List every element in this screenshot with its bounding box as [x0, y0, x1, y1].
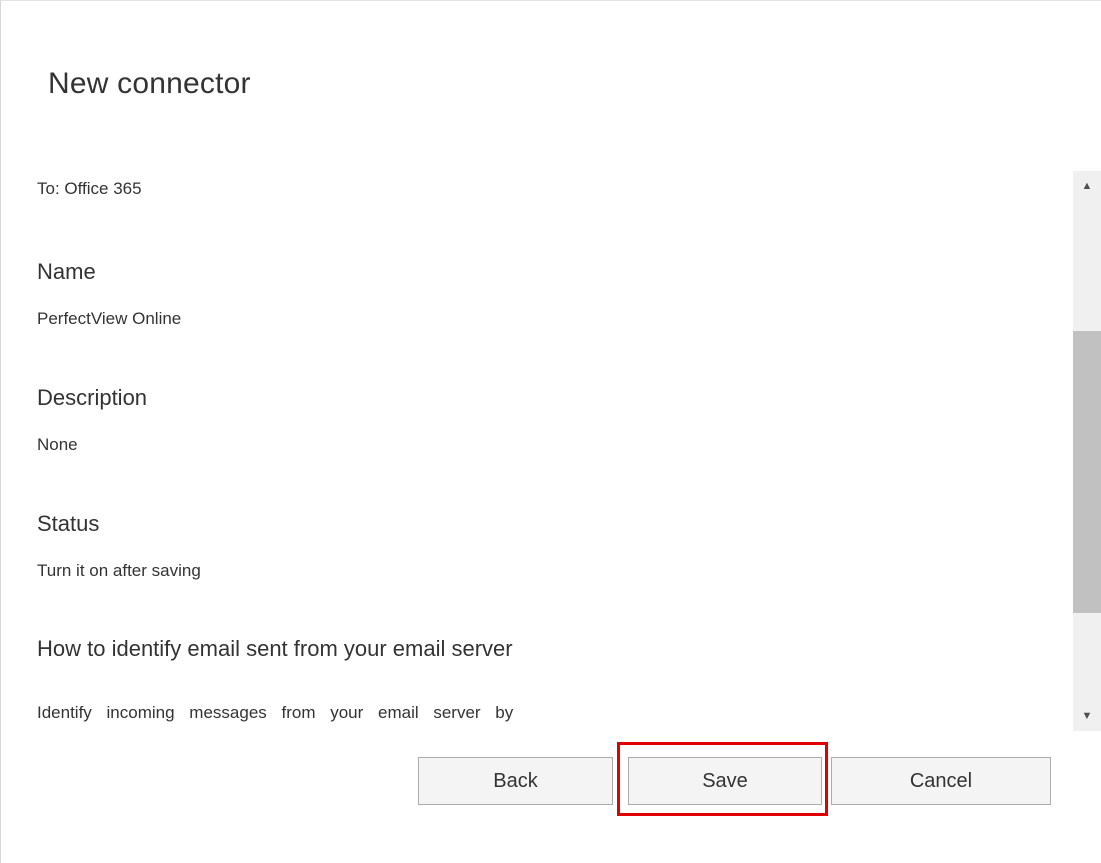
- scroll-down-arrow-icon[interactable]: ▼: [1073, 701, 1101, 731]
- back-button[interactable]: Back: [418, 757, 613, 805]
- identify-email-description: Identify incoming messages from your ema…: [37, 703, 514, 722]
- status-value: Turn it on after saving: [37, 561, 201, 580]
- connector-dialog: New connector To: Office 365 Name Perfec…: [0, 0, 1101, 863]
- vertical-scrollbar[interactable]: ▲ ▼: [1073, 171, 1101, 731]
- description-value: None: [37, 435, 78, 454]
- name-label: Name: [37, 259, 96, 284]
- scroll-up-arrow-icon[interactable]: ▲: [1073, 171, 1101, 201]
- description-label: Description: [37, 385, 148, 410]
- status-label: Status: [37, 511, 100, 536]
- connector-summary-panel: To: Office 365 Name PerfectView Online D…: [37, 171, 1067, 731]
- destination-line: To: Office 365: [37, 179, 142, 198]
- scroll-thumb[interactable]: [1073, 331, 1101, 613]
- name-value: PerfectView Online: [37, 309, 182, 328]
- page-title: New connector: [48, 67, 251, 100]
- identify-email-label: How to identify email sent from your ema…: [37, 636, 513, 661]
- save-button[interactable]: Save: [628, 757, 822, 805]
- cancel-button[interactable]: Cancel: [831, 757, 1051, 805]
